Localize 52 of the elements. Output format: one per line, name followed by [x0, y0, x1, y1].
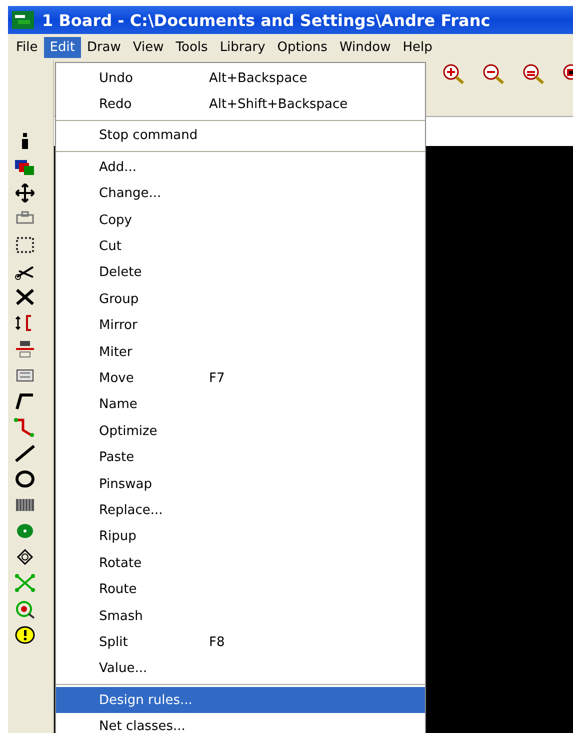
menu-item[interactable]: Net classes...	[56, 713, 425, 733]
menu-item[interactable]: Cut	[56, 233, 425, 260]
menu-item[interactable]: Group	[56, 286, 425, 313]
menu-item[interactable]: Delete	[56, 260, 425, 286]
menu-title[interactable]: View	[126, 36, 170, 58]
move-icon[interactable]	[14, 183, 36, 203]
via-icon[interactable]	[14, 547, 36, 567]
menu-item[interactable]: Mirror	[56, 312, 425, 339]
zoom-icon[interactable]	[521, 63, 547, 85]
menu-item[interactable]: Paste	[56, 444, 425, 471]
menu-item[interactable]: Ripup	[56, 524, 425, 550]
menu-title[interactable]: Library	[214, 36, 272, 58]
menu-item[interactable]: Redo Alt+Shift+Backspace	[56, 91, 425, 118]
menu-title[interactable]: Tools	[170, 36, 214, 58]
menu-item[interactable]: Move F7	[56, 365, 425, 392]
window-title: 1 Board - C:\Documents and Settings\Andre Franc	[42, 10, 490, 30]
menu-item[interactable]: Miter	[56, 338, 425, 366]
menu-item[interactable]: Value...	[56, 656, 425, 682]
ratsnest-icon[interactable]	[14, 573, 36, 593]
delete-icon[interactable]	[14, 287, 36, 307]
zoom-in-icon[interactable]	[441, 63, 467, 85]
menu-item[interactable]: Optimize	[56, 418, 425, 444]
menu-item[interactable]: Replace...	[56, 497, 425, 524]
menu-item[interactable]: Undo Alt+Backspace	[56, 65, 425, 92]
menu-title[interactable]: Draw	[80, 36, 127, 58]
menu-item[interactable]: Rotate	[56, 550, 425, 576]
menu-item[interactable]: Pinswap	[56, 470, 425, 498]
menu-title[interactable]: Window	[333, 36, 397, 58]
wire-icon[interactable]	[14, 391, 36, 411]
group-icon[interactable]	[14, 235, 36, 255]
menu-title[interactable]: Options	[271, 36, 334, 58]
warning-icon[interactable]	[14, 625, 36, 645]
menu-item[interactable]: Smash	[56, 602, 425, 630]
layers-icon[interactable]	[14, 157, 36, 177]
miter-icon[interactable]	[14, 339, 36, 359]
pad-icon[interactable]	[14, 521, 36, 541]
circle-icon[interactable]	[14, 469, 36, 489]
menu-item[interactable]: Route	[56, 576, 425, 603]
route-icon[interactable]	[14, 417, 36, 437]
zoom-out-icon[interactable]	[481, 63, 507, 85]
line-icon[interactable]	[14, 443, 36, 463]
app-icon	[12, 11, 34, 29]
menu-item[interactable]: Copy	[56, 206, 425, 234]
menu-item[interactable]: Design rules...	[56, 686, 425, 714]
menu-item[interactable]: Split F8	[56, 629, 425, 656]
menu-title[interactable]: Edit	[44, 36, 81, 58]
menu-item[interactable]: Add...	[56, 154, 425, 181]
menu-item[interactable]: Change...	[56, 180, 425, 207]
menu-item[interactable]: Stop command	[56, 122, 425, 150]
menu-title[interactable]: Help	[396, 36, 438, 58]
menu-title[interactable]: File	[10, 36, 44, 58]
menu-item[interactable]: Name	[56, 392, 425, 418]
